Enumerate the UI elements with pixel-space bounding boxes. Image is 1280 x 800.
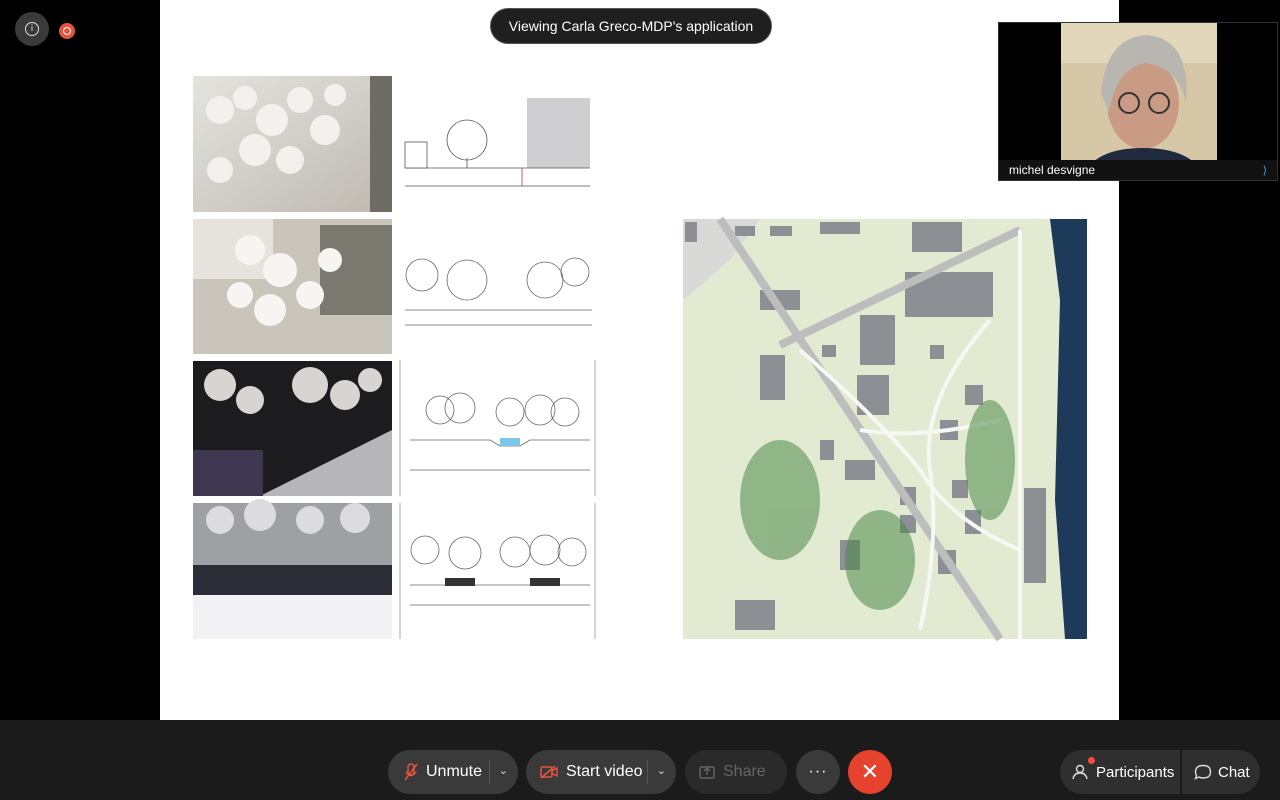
more-options-button[interactable]: ··· (796, 750, 840, 794)
info-icon: i (25, 22, 39, 36)
participants-label: Participants (1096, 763, 1175, 781)
screen-share-banner: Viewing Carla Greco-MDP's application (490, 8, 772, 44)
audio-level-icon: ⟩ (1262, 164, 1267, 177)
meeting-info-button[interactable]: i (15, 12, 49, 46)
start-video-button[interactable]: Start video ⌄ (526, 750, 676, 794)
participant-name-bar: michel desvigne ⟩ (999, 160, 1277, 180)
section-drawing-1 (404, 98, 590, 187)
master-plan-map (683, 216, 1087, 642)
more-label: ··· (808, 763, 828, 780)
unmute-button[interactable]: Unmute ⌄ (388, 750, 518, 794)
model-photo-2 (193, 219, 392, 354)
share-button[interactable]: Share (685, 750, 787, 794)
section-drawing-3 (399, 360, 596, 496)
model-photo-4 (193, 499, 392, 639)
close-icon: ✕ (860, 759, 880, 784)
shared-screen-area: i Viewing Carla Greco-MDP's application … (0, 0, 1280, 720)
video-options-chevron-icon[interactable]: ⌄ (657, 764, 666, 777)
share-icon (699, 766, 715, 779)
unmute-options-chevron-icon[interactable]: ⌄ (499, 764, 508, 777)
section-drawing-4 (399, 503, 596, 639)
participant-video (1061, 23, 1217, 180)
chat-icon (1194, 764, 1212, 780)
end-call-button[interactable]: ✕ (848, 750, 892, 794)
participants-notification-dot (1088, 757, 1095, 764)
mic-off-icon (404, 763, 418, 781)
unmute-label: Unmute (426, 763, 483, 780)
participant-video-tile[interactable]: michel desvigne ⟩ (998, 22, 1278, 181)
participants-icon (1072, 764, 1088, 780)
section-drawing-2 (405, 257, 592, 326)
chat-button[interactable]: Chat (1182, 750, 1260, 794)
model-photo-1 (193, 76, 392, 212)
start-video-label: Start video (566, 763, 643, 780)
participant-name: michel desvigne (1009, 163, 1096, 177)
video-off-icon (540, 765, 558, 779)
share-label: Share (723, 763, 766, 780)
model-photo-3 (193, 361, 392, 496)
record-icon (59, 23, 75, 39)
chat-label: Chat (1218, 763, 1250, 781)
participants-button[interactable]: Participants (1060, 750, 1180, 794)
slide-content (193, 76, 1087, 642)
shared-slide (160, 0, 1119, 720)
